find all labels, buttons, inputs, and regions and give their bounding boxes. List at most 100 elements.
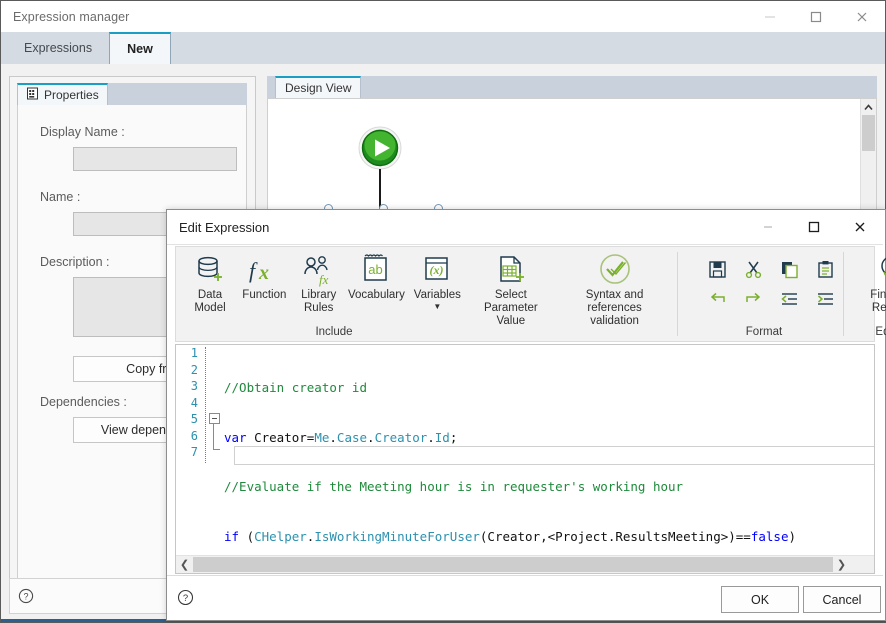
close-icon[interactable]	[839, 1, 885, 32]
indent-icon[interactable]	[810, 285, 840, 313]
outdent-icon[interactable]	[774, 285, 804, 313]
svg-text:f: f	[249, 258, 258, 283]
fold-bracket-line	[213, 423, 214, 450]
main-tabstrip: Expressions New	[1, 32, 885, 64]
display-name-input[interactable]	[73, 147, 237, 171]
ribbon-button-function[interactable]: f x Function	[236, 247, 293, 302]
help-icon[interactable]: ?	[18, 588, 34, 609]
undo-icon[interactable]	[702, 285, 732, 313]
ribbon-label-data-model: Data Model	[194, 289, 226, 314]
line-number: 7	[190, 445, 198, 459]
dialog-footer: ? OK Cancel	[167, 575, 883, 620]
editor-horizontal-scrollbar[interactable]: ❮ ❯	[176, 555, 874, 573]
ribbon-button-variables[interactable]: (x) Variables ▼	[408, 247, 466, 311]
tab-new[interactable]: New	[109, 32, 171, 64]
line-number: 6	[190, 428, 198, 443]
ribbon-label-syntax-validation: Syntax and references validation	[585, 289, 644, 327]
code-editor[interactable]: 1 2 3 4 5 6 7 //Obtain creator id var Cr…	[175, 344, 875, 574]
code-line-2: var Creator=Me.Case.Creator.Id;	[224, 430, 874, 447]
code-line-4: if (CHelper.IsWorkingMinuteForUser(Creat…	[224, 529, 874, 546]
editor-code-area[interactable]: //Obtain creator id var Creator=Me.Case.…	[224, 347, 874, 573]
minimize-icon[interactable]	[745, 210, 791, 243]
design-view-tabrow: Design View	[267, 76, 877, 98]
tab-properties[interactable]: Properties	[17, 83, 108, 105]
code-token: //Evaluate if the Meeting hour is in req…	[224, 479, 684, 494]
library-rules-icon: fx	[302, 251, 336, 289]
ribbon-grouplabel-format: Format	[745, 326, 783, 338]
properties-tabrow: Properties	[17, 83, 247, 105]
variables-icon: (x)	[420, 251, 454, 289]
ribbon-label-select-parameter-value: Select Parameter Value	[483, 289, 538, 327]
scroll-up-icon[interactable]	[861, 99, 876, 115]
code-token: false	[750, 528, 789, 544]
code-token: Id	[434, 429, 450, 445]
select-parameter-icon	[494, 251, 528, 289]
ribbon-label-variables: Variables	[413, 289, 461, 301]
cut-icon[interactable]	[738, 255, 768, 283]
ribbon-grouplabel-include: Include	[315, 326, 353, 338]
editor-indent-guide	[205, 347, 207, 463]
minimize-icon[interactable]	[747, 1, 793, 32]
code-token: Creator=	[254, 429, 315, 445]
design-view-scroll-thumb[interactable]	[862, 115, 875, 151]
ribbon-button-find-replace[interactable]: Find And Replace	[848, 247, 886, 315]
validation-check-icon	[597, 251, 633, 289]
svg-text:(x): (x)	[430, 263, 444, 277]
main-window-controls	[747, 1, 885, 32]
editor-fold-column[interactable]	[209, 347, 223, 467]
dialog-title: Edit Expression	[179, 219, 270, 235]
ribbon-button-syntax-validation[interactable]: Syntax and references validation	[555, 247, 674, 328]
svg-text:x: x	[258, 262, 269, 284]
line-number: 1	[190, 346, 198, 360]
code-token: Creator	[374, 429, 428, 445]
maximize-icon[interactable]	[793, 1, 839, 32]
code-token: if	[224, 528, 247, 544]
code-token: //Obtain creator id	[224, 380, 367, 395]
copy-icon[interactable]	[774, 255, 804, 283]
line-number: 2	[190, 362, 198, 377]
line-number: 5	[190, 412, 198, 426]
start-node[interactable]	[358, 126, 402, 170]
save-icon[interactable]	[702, 255, 732, 283]
ribbon-group-include: Data Model f x Function fx Library Rules…	[184, 247, 674, 341]
close-icon[interactable]	[837, 210, 883, 243]
vocabulary-icon: ab	[359, 251, 393, 289]
maximize-icon[interactable]	[791, 210, 837, 243]
paste-icon[interactable]	[810, 255, 840, 283]
svg-text:?: ?	[23, 591, 28, 601]
help-icon[interactable]: ?	[177, 589, 194, 611]
display-name-label: Display Name :	[40, 125, 125, 139]
code-token: .	[329, 429, 337, 445]
ok-button[interactable]: OK	[721, 586, 799, 613]
editor-hscroll-thumb[interactable]	[193, 557, 833, 572]
name-label: Name :	[40, 190, 81, 204]
scroll-right-icon[interactable]: ❯	[833, 557, 850, 573]
dependencies-label: Dependencies :	[40, 395, 127, 409]
tab-expressions[interactable]: Expressions	[7, 33, 109, 64]
ribbon-group-format: Format	[688, 247, 840, 341]
database-add-icon	[193, 251, 227, 289]
code-token: .	[427, 429, 435, 445]
line-number: 4	[190, 395, 198, 410]
ribbon-separator-2	[843, 252, 844, 336]
chevron-down-icon[interactable]: ▼	[433, 303, 441, 311]
code-token: (	[246, 528, 255, 544]
ribbon-button-vocabulary[interactable]: ab Vocabulary	[345, 247, 408, 302]
cancel-button[interactable]: Cancel	[803, 586, 881, 613]
code-token: Case	[336, 429, 368, 445]
editor-gutter: 1 2 3 4 5 6 7	[176, 345, 202, 557]
find-replace-icon	[875, 251, 886, 289]
code-line-1: //Obtain creator id	[224, 380, 874, 397]
redo-icon[interactable]	[738, 285, 768, 313]
collapse-block-icon[interactable]	[209, 413, 220, 424]
tab-design-view[interactable]: Design View	[275, 76, 362, 98]
code-token: CHelper	[254, 528, 307, 544]
ribbon-button-library-rules[interactable]: fx Library Rules	[293, 247, 345, 315]
fx-icon: f x	[246, 251, 282, 289]
ribbon-grouplabel-editing: Editing	[875, 326, 886, 338]
edit-expression-dialog: Edit Expression Data Model f x Function …	[166, 209, 886, 621]
ribbon-button-data-model[interactable]: Data Model	[184, 247, 236, 315]
ribbon-button-select-parameter-value[interactable]: Select Parameter Value	[467, 247, 556, 328]
line-number: 3	[190, 379, 198, 393]
scroll-left-icon[interactable]: ❮	[176, 557, 193, 573]
